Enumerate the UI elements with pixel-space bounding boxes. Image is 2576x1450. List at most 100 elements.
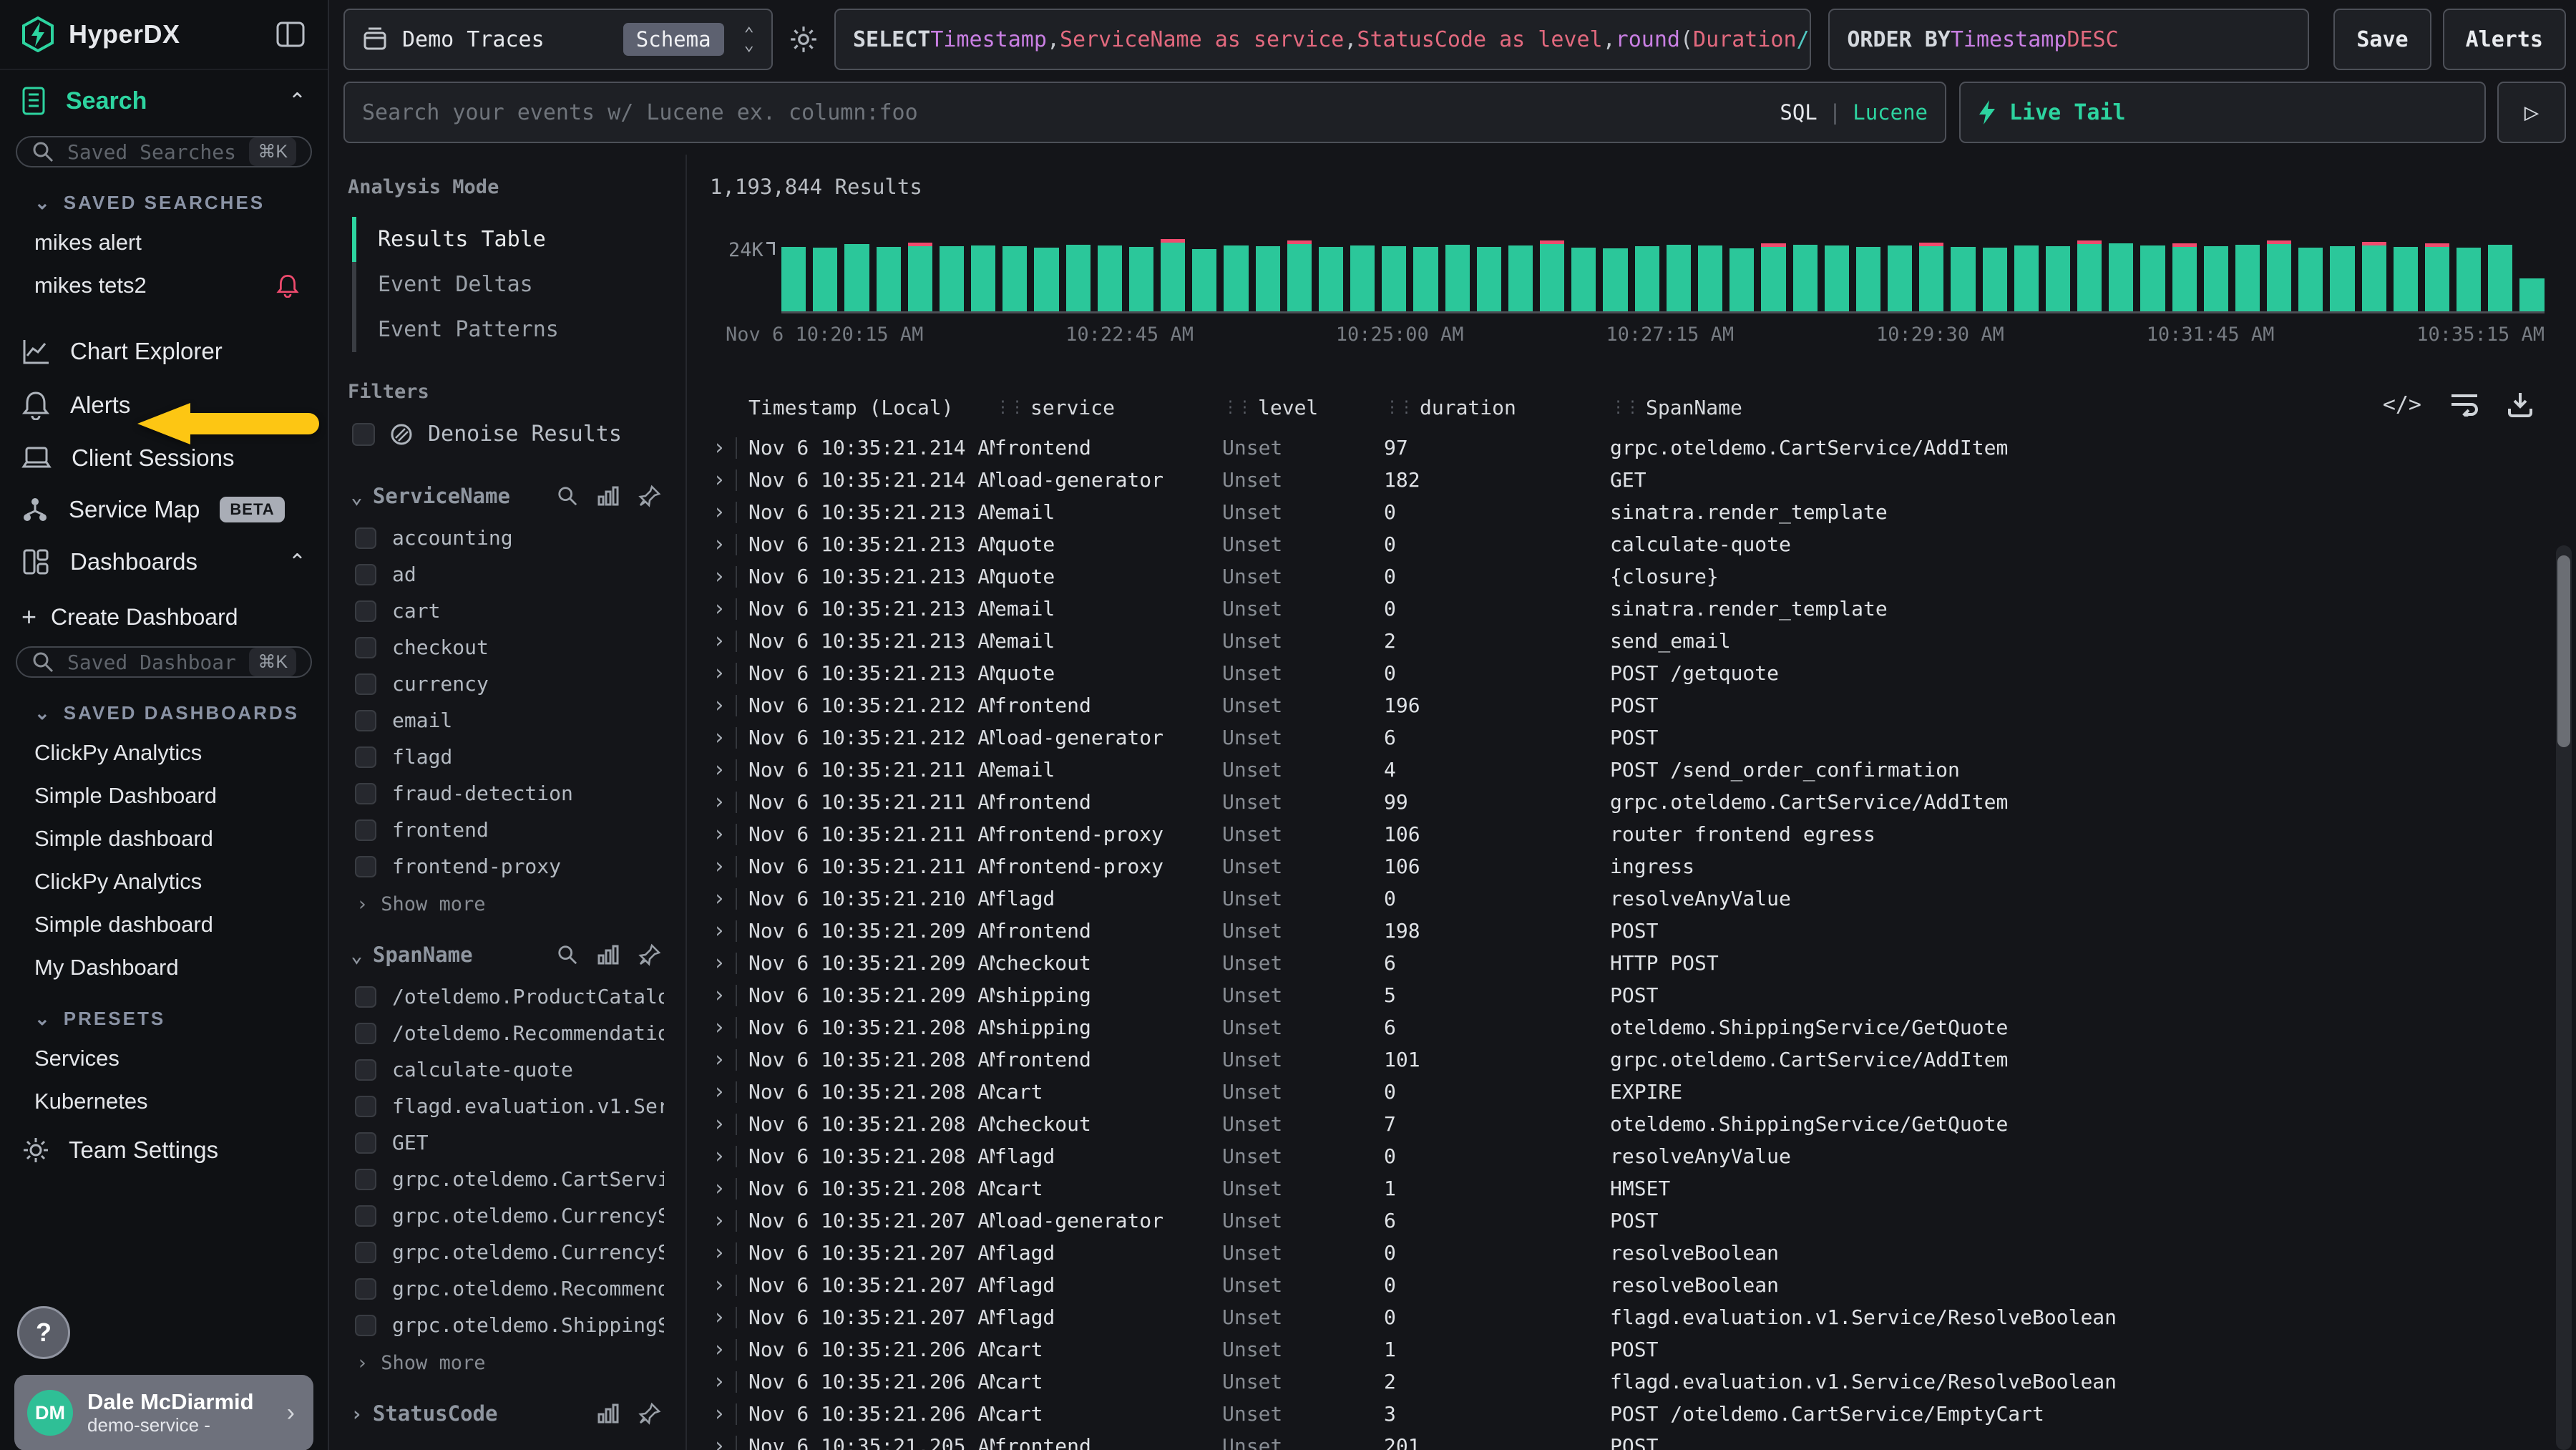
drag-grip-icon[interactable]: ⋮⋮ [1384,398,1413,417]
run-query-button[interactable]: ▷ [2497,82,2566,143]
histogram-bar[interactable] [2014,245,2039,311]
expand-row-icon[interactable]: › [707,854,748,879]
expand-row-icon[interactable]: › [707,532,748,557]
create-dashboard-button[interactable]: + Create Dashboard [0,586,328,639]
filter-group-header[interactable]: ⌄ServiceName [348,472,664,520]
expand-row-icon[interactable]: › [707,1111,748,1137]
checkbox[interactable] [355,746,376,768]
saved-dashboard-item[interactable]: Simple Dashboard [0,774,328,817]
histogram-bar[interactable] [1034,248,1058,311]
saved-searches-section-header[interactable]: ⌄ SAVED SEARCHES [0,173,328,221]
saved-dashboard-item[interactable]: Simple dashboard [0,903,328,946]
table-row[interactable]: ›Nov 6 10:35:21.212 AMfrontendUnset196PO… [707,689,2545,721]
saved-searches-input[interactable]: Saved Searches ⌘K [16,136,312,167]
chevron-up-icon[interactable]: ⌃ [288,550,306,575]
histogram-bar[interactable] [1382,246,1406,311]
filter-checkbox-row[interactable]: flagd.evaluation.v1.Ser… [348,1088,664,1124]
expand-row-icon[interactable]: › [707,467,748,492]
histogram-bar[interactable] [1319,247,1343,311]
filter-checkbox-row[interactable]: grpc.oteldemo.CartServi… [348,1161,664,1197]
pin-icon[interactable] [638,943,661,966]
expand-row-icon[interactable]: › [707,500,748,525]
drag-grip-icon[interactable]: ⋮⋮ [1610,398,1639,417]
histogram-bar[interactable] [940,246,964,311]
checkbox[interactable] [355,600,376,622]
histogram-bar[interactable] [1635,246,1659,311]
filter-checkbox-row[interactable]: grpc.oteldemo.ShippingS… [348,1307,664,1343]
expand-row-icon[interactable]: › [707,886,748,911]
pin-icon[interactable] [638,485,661,507]
table-row[interactable]: ›Nov 6 10:35:21.208 AMcheckoutUnset7otel… [707,1108,2545,1140]
presets-section-header[interactable]: ⌄ PRESETS [0,989,328,1037]
sidebar-item-search[interactable]: Search ⌃ [0,70,328,129]
analysis-mode-tab[interactable]: Event Deltas [352,262,664,307]
help-button[interactable]: ? [17,1306,70,1359]
table-row[interactable]: ›Nov 6 10:35:21.213 AMemailUnset2send_em… [707,625,2545,657]
live-tail-button[interactable]: Live Tail [1959,82,2486,143]
histogram-bar[interactable] [1793,245,1818,311]
checkbox[interactable] [355,1278,376,1300]
expand-row-icon[interactable]: › [707,725,748,750]
table-row[interactable]: ›Nov 6 10:35:21.205 AMfrontendUnset201PO… [707,1430,2545,1450]
checkbox[interactable] [355,856,376,877]
sidebar-item-service-map[interactable]: Service Map BETA [0,486,328,533]
histogram-bar[interactable] [1477,247,1501,311]
sidebar-item-dashboards[interactable]: Dashboards ⌃ [0,537,328,586]
sidebar-collapse-icon[interactable] [275,19,306,50]
expand-row-icon[interactable]: › [707,1144,748,1169]
checkbox[interactable] [355,1132,376,1154]
histogram-bar[interactable] [2425,243,2449,311]
search-icon[interactable] [557,485,578,507]
select-query-input[interactable]: SELECT Timestamp, ServiceName as service… [834,9,1811,70]
histogram-bar[interactable] [1508,245,1533,311]
expand-row-icon[interactable]: › [707,1079,748,1104]
histogram-bar[interactable] [2235,245,2260,311]
table-row[interactable]: ›Nov 6 10:35:21.210 AMflagdUnset0resolve… [707,882,2545,915]
view-source-code-icon[interactable]: </> [2383,392,2421,417]
histogram-bar[interactable] [1603,248,1627,311]
filter-checkbox-row[interactable]: /oteldemo.Recommendatio… [348,1015,664,1051]
histogram-bar[interactable] [1540,240,1564,311]
expand-row-icon[interactable]: › [707,822,748,847]
table-row[interactable]: ›Nov 6 10:35:21.208 AMcartUnset1HMSET [707,1172,2545,1205]
checkbox[interactable] [355,1023,376,1044]
preset-item[interactable]: Services [0,1037,328,1080]
histogram-bar[interactable] [1919,243,1943,311]
histogram-bar[interactable] [1983,248,2007,311]
expand-row-icon[interactable]: › [707,1401,748,1426]
show-more-button[interactable]: ›Show more [348,885,664,925]
checkbox[interactable] [355,1242,376,1263]
histogram-bar[interactable] [2519,278,2544,311]
filter-group-header[interactable]: ›StatusCode [348,1390,664,1437]
histogram-bar[interactable] [1729,248,1754,311]
histogram-bar[interactable] [2109,243,2133,311]
table-row[interactable]: ›Nov 6 10:35:21.214 AMfrontendUnset97grp… [707,432,2545,464]
saved-dashboard-item[interactable]: Simple dashboard [0,817,328,860]
checkbox[interactable] [355,1096,376,1117]
table-row[interactable]: ›Nov 6 10:35:21.208 AMshippingUnset6otel… [707,1011,2545,1043]
histogram-bar[interactable] [1161,239,1185,311]
expand-row-icon[interactable]: › [707,661,748,686]
histogram-bar[interactable] [908,243,932,311]
table-row[interactable]: ›Nov 6 10:35:21.213 AMquoteUnset0{closur… [707,560,2545,593]
table-row[interactable]: ›Nov 6 10:35:21.213 AMemailUnset0sinatra… [707,593,2545,625]
saved-dashboard-item[interactable]: ClickPy Analytics [0,731,328,774]
histogram-bar[interactable] [1066,245,1091,311]
download-icon[interactable] [2507,391,2533,417]
histogram-bar[interactable] [971,245,995,311]
table-row[interactable]: ›Nov 6 10:35:21.214 AMload-generatorUnse… [707,464,2545,496]
histogram-bar[interactable] [1698,245,1722,311]
histogram-bar[interactable] [2140,245,2165,311]
column-header-service[interactable]: ⋮⋮service [995,396,1222,419]
table-row[interactable]: ›Nov 6 10:35:21.209 AMshippingUnset5POST [707,979,2545,1011]
filter-checkbox-row[interactable]: /oteldemo.ProductCatalo… [348,978,664,1015]
expand-row-icon[interactable]: › [707,1015,748,1040]
table-row[interactable]: ›Nov 6 10:35:21.206 AMcartUnset2flagd.ev… [707,1366,2545,1398]
alert-bell-icon[interactable] [276,273,299,298]
vertical-scrollbar[interactable] [2556,545,2572,1450]
histogram-bar[interactable] [2488,245,2512,311]
expand-row-icon[interactable]: › [707,1369,748,1394]
source-settings-gear-icon[interactable] [789,24,819,54]
table-row[interactable]: ›Nov 6 10:35:21.213 AMemailUnset0sinatra… [707,496,2545,528]
table-row[interactable]: ›Nov 6 10:35:21.209 AMcheckoutUnset6HTTP… [707,947,2545,979]
